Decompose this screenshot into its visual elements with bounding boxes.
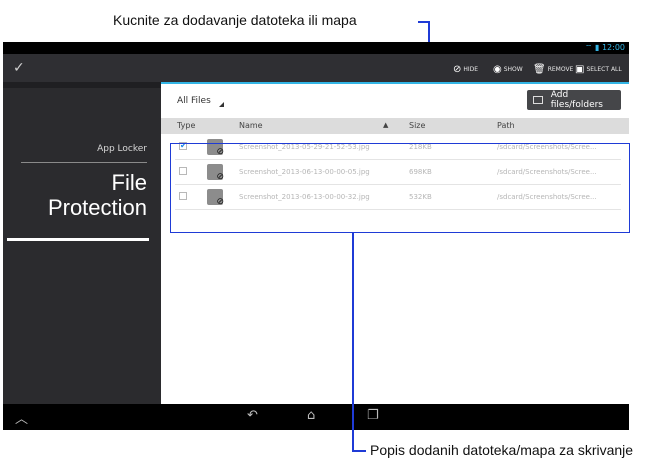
status-time: ⌔ ▮ 12:00 bbox=[584, 43, 625, 52]
show-button[interactable]: ◉ SHOW bbox=[493, 62, 523, 76]
col-size[interactable]: Size bbox=[409, 121, 425, 130]
file-filter-dropdown[interactable]: All Files bbox=[177, 96, 224, 107]
sidebar-divider bbox=[21, 162, 147, 163]
add-files-button[interactable]: Add files/folders bbox=[527, 90, 621, 110]
add-files-label: Add files/folders bbox=[550, 90, 603, 110]
dropdown-triangle-icon bbox=[219, 102, 224, 107]
col-path[interactable]: Path bbox=[497, 121, 515, 130]
device-screen: ⌔ ▮ 12:00 ✓ ⊘ HIDE ◉ SHOW 🗑 REMOVE ▣ SEL… bbox=[3, 42, 629, 430]
annotation-add-files: Kucnite za dodavanje datoteka ili mapa bbox=[113, 12, 357, 28]
sidebar-item-app-locker[interactable]: App Locker bbox=[97, 144, 147, 154]
table-header: Type Name ▲ Size Path bbox=[161, 118, 629, 134]
accent-line bbox=[161, 82, 629, 84]
battery-icon: ▮ bbox=[594, 43, 600, 52]
done-check-icon[interactable]: ✓ bbox=[13, 60, 25, 76]
sort-up-icon[interactable]: ▲ bbox=[383, 121, 388, 129]
select-all-icon: ▣ bbox=[575, 63, 585, 75]
action-bar: ✓ ⊘ HIDE ◉ SHOW 🗑 REMOVE ▣ SELECT ALL bbox=[3, 54, 629, 82]
select-all-label: SELECT ALL bbox=[586, 65, 622, 73]
col-name[interactable]: Name bbox=[239, 121, 263, 130]
sidebar: App Locker File Protection bbox=[3, 82, 161, 404]
remove-button[interactable]: 🗑 REMOVE bbox=[533, 62, 573, 76]
eye-icon: ◉ bbox=[493, 63, 502, 75]
filter-label: All Files bbox=[177, 96, 211, 106]
back-icon[interactable]: ↶ bbox=[247, 408, 258, 423]
file-list-highlight bbox=[170, 143, 630, 233]
home-icon[interactable]: ⌂ bbox=[307, 408, 315, 423]
main-content: All Files Add files/folders Type Name ▲ … bbox=[161, 82, 629, 404]
add-files-icon bbox=[533, 96, 543, 104]
callout-line bbox=[352, 233, 354, 451]
callout-line bbox=[352, 450, 366, 452]
file-protection-label: File Protection bbox=[47, 170, 147, 220]
col-type[interactable]: Type bbox=[177, 121, 195, 130]
wifi-icon: ⌔ bbox=[584, 43, 593, 52]
remove-label: REMOVE bbox=[547, 65, 574, 73]
select-all-button[interactable]: ▣ SELECT ALL bbox=[575, 62, 622, 76]
navigation-bar: ︿ ↶ ⌂ ❐ bbox=[3, 404, 629, 430]
sidebar-item-file-protection[interactable]: File Protection bbox=[17, 170, 147, 220]
recent-apps-icon[interactable]: ❐ bbox=[367, 408, 379, 423]
show-label: SHOW bbox=[503, 65, 523, 73]
status-bar: ⌔ ▮ 12:00 bbox=[3, 42, 629, 54]
annotation-file-list: Popis dodanih datoteka/mapa za skrivanje bbox=[370, 442, 634, 458]
sidebar-strip bbox=[3, 82, 161, 88]
selected-indicator bbox=[7, 238, 149, 241]
hide-eye-icon: ⊘ bbox=[453, 63, 462, 75]
trash-icon: 🗑 bbox=[533, 63, 546, 75]
hide-label: HIDE bbox=[463, 65, 479, 73]
hide-button[interactable]: ⊘ HIDE bbox=[453, 62, 478, 76]
collapse-up-icon[interactable]: ︿ bbox=[15, 408, 28, 427]
